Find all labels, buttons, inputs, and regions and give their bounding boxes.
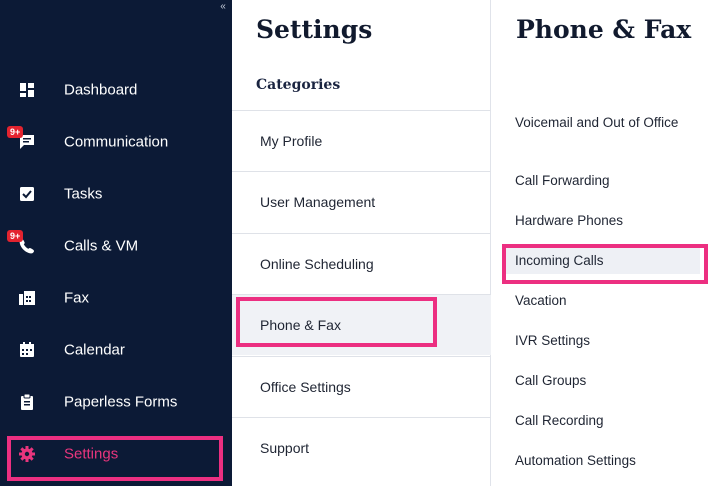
category-online-scheduling[interactable]: Online Scheduling	[232, 233, 491, 294]
sidebar-item-label: Tasks	[64, 185, 103, 203]
categories-heading: Categories	[256, 77, 341, 93]
menu-item-hardware-phones[interactable]: Hardware Phones	[515, 212, 623, 230]
sidebar-item-dashboard[interactable]: Dashboard	[0, 64, 232, 116]
category-label: Phone & Fax	[260, 317, 341, 333]
category-office-settings[interactable]: Office Settings	[232, 356, 491, 417]
collapse-sidebar-button[interactable]: «	[216, 2, 230, 12]
category-label: My Profile	[260, 133, 323, 149]
page-title: Settings	[256, 15, 373, 44]
sidebar-item-paperless-forms[interactable]: Paperless Forms	[0, 376, 232, 428]
category-my-profile[interactable]: My Profile	[232, 110, 491, 171]
sidebar-item-calendar[interactable]: Calendar	[0, 324, 232, 376]
dashboard-icon	[20, 83, 34, 97]
gear-icon	[19, 446, 35, 462]
category-user-management[interactable]: User Management	[232, 171, 491, 232]
category-label: User Management	[260, 194, 376, 210]
category-label: Office Settings	[260, 379, 351, 395]
sidebar-item-settings[interactable]: Settings	[0, 428, 232, 480]
phone-fax-panel: Phone & Fax Voicemail and Out of Office …	[492, 0, 712, 486]
category-label: Support	[260, 440, 310, 456]
category-label: Online Scheduling	[260, 256, 374, 272]
sidebar-item-label: Dashboard	[64, 81, 138, 99]
menu-item-call-recording[interactable]: Call Recording	[515, 412, 604, 430]
sidebar-item-label: Calendar	[64, 341, 125, 359]
calendar-icon	[20, 342, 34, 357]
checkbox-icon	[20, 187, 34, 201]
notification-badge: 9+	[7, 230, 24, 242]
menu-item-vacation[interactable]: Vacation	[515, 292, 567, 310]
notification-badge: 9+	[7, 126, 24, 138]
sidebar-item-calls-vm[interactable]: 9+ Calls & VM	[0, 220, 232, 272]
fax-icon	[19, 291, 35, 305]
category-support[interactable]: Support	[232, 417, 491, 486]
sidebar-item-label: Paperless Forms	[64, 393, 178, 411]
sidebar-item-label: Calls & VM	[64, 237, 139, 255]
menu-item-incoming-calls[interactable]: Incoming Calls	[506, 247, 700, 274]
menu-item-ivr-settings[interactable]: IVR Settings	[515, 332, 590, 350]
section-title: Phone & Fax	[516, 15, 692, 44]
menu-item-voicemail[interactable]: Voicemail and Out of Office	[515, 114, 685, 132]
category-phone-fax[interactable]: Phone & Fax	[232, 294, 491, 355]
menu-item-automation-settings[interactable]: Automation Settings	[515, 452, 636, 470]
sidebar: « Dashboard 9+ Communication Tasks 9+ Ca…	[0, 0, 232, 486]
settings-panel: Settings Categories My Profile User Mana…	[232, 0, 491, 486]
sidebar-item-tasks[interactable]: Tasks	[0, 168, 232, 220]
sidebar-item-fax[interactable]: Fax	[0, 272, 232, 324]
clipboard-icon	[21, 393, 33, 410]
sidebar-item-label: Communication	[64, 133, 169, 151]
menu-item-call-forwarding[interactable]: Call Forwarding	[515, 172, 610, 190]
sidebar-item-label: Fax	[64, 289, 90, 307]
sidebar-item-communication[interactable]: 9+ Communication	[0, 116, 232, 168]
sidebar-item-label: Settings	[64, 445, 119, 463]
menu-item-call-groups[interactable]: Call Groups	[515, 372, 586, 390]
